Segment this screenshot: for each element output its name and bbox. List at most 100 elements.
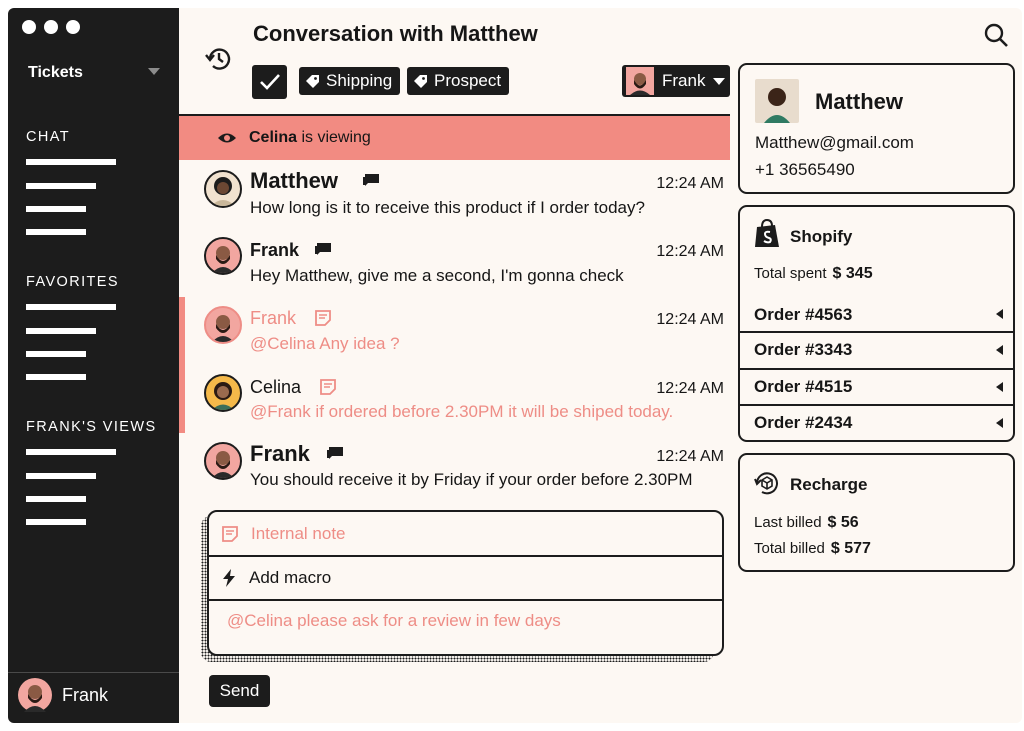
message-input[interactable]: @Celina please ask for a review in few d… (209, 608, 722, 634)
customer-email[interactable]: Matthew@gmail.com (755, 133, 914, 153)
sidebar-item-placeholder[interactable] (26, 206, 86, 212)
chat-icon (327, 447, 343, 459)
order-item[interactable]: Order #4515 (740, 368, 1013, 404)
message-time: 12:24 AM (656, 311, 724, 328)
avatar (204, 442, 242, 480)
viewer-name: Celina (249, 129, 298, 146)
sidebar-item-placeholder[interactable] (26, 449, 116, 455)
sidebar-item-placeholder[interactable] (26, 304, 116, 310)
viewing-banner: Celina is viewing (179, 116, 730, 160)
avatar (626, 67, 654, 95)
internal-note-item: Frank 12:24 AM @Celina Any idea ? (204, 306, 724, 362)
last-billed-label: Last billed (754, 514, 822, 531)
recharge-title: Recharge (790, 475, 868, 494)
window-maximize-dot[interactable] (66, 20, 80, 34)
shopify-title: Shopify (790, 227, 853, 246)
composer-divider (209, 599, 722, 601)
caret-left-icon (996, 382, 1003, 392)
sidebar-item-placeholder[interactable] (26, 473, 96, 479)
message-item: Frank 12:24 AM Hey Matthew, give me a se… (204, 237, 724, 293)
order-item[interactable]: Order #3343 (740, 331, 1013, 367)
total-spent-label: Total spent (754, 265, 827, 282)
note-icon (315, 310, 331, 326)
chevron-down-icon[interactable] (148, 68, 160, 75)
caret-left-icon (996, 345, 1003, 355)
chat-icon (315, 243, 331, 255)
message-time: 12:24 AM (656, 243, 724, 260)
message-time: 12:24 AM (656, 448, 724, 465)
current-user[interactable]: Frank (18, 678, 108, 712)
page-title: Conversation with Matthew (253, 21, 538, 46)
composer: Internal note Add macro @Celina please a… (207, 510, 724, 656)
tag-icon (414, 74, 427, 88)
viewing-text: Celina is viewing (249, 129, 371, 147)
sidebar-item-placeholder[interactable] (26, 229, 86, 235)
order-item[interactable]: Order #4563 (740, 297, 1013, 333)
order-label: Order #4515 (754, 377, 853, 396)
message-item: Matthew 12:24 AM How long is it to recei… (204, 168, 724, 224)
current-user-name: Frank (62, 684, 109, 705)
order-item[interactable]: Order #2434 (740, 404, 1013, 440)
history-icon[interactable] (204, 44, 234, 74)
message-time: 12:24 AM (656, 175, 724, 192)
message-author: Frank (250, 308, 297, 328)
tag-icon (306, 74, 319, 88)
sidebar-section-franks-views: FRANK'S VIEWS (26, 419, 157, 435)
message-text: Hey Matthew, give me a second, I'm gonna… (250, 266, 624, 285)
total-billed-label: Total billed (754, 540, 825, 557)
message-text: @Frank if ordered before 2.30PM it will … (250, 402, 674, 421)
message-author: Frank (250, 240, 300, 260)
sidebar: Tickets CHAT FAVORITES FRANK'S VIEWS Fra… (8, 8, 179, 723)
message-author: Frank (250, 441, 310, 466)
sidebar-item-placeholder[interactable] (26, 519, 86, 525)
last-billed-row: Last billed $ 56 (754, 514, 859, 532)
assignee-dropdown[interactable]: Frank (622, 65, 730, 97)
internal-note-toggle[interactable]: Internal note (209, 512, 722, 556)
tickets-dropdown-label[interactable]: Tickets (28, 64, 83, 82)
recharge-icon (754, 472, 778, 495)
tag-shipping[interactable]: Shipping (299, 67, 401, 95)
internal-note-indicator (179, 297, 185, 433)
viewing-suffix: is viewing (301, 129, 371, 146)
shopify-icon (755, 219, 779, 247)
eye-icon (218, 133, 236, 143)
internal-note-item: Celina 12:24 AM @Frank if ordered before… (204, 374, 724, 430)
total-billed-row: Total billed $ 577 (754, 540, 871, 558)
tag-label: Prospect (434, 71, 502, 90)
avatar (755, 79, 799, 123)
search-icon[interactable] (983, 22, 1009, 48)
app-window: Tickets CHAT FAVORITES FRANK'S VIEWS Fra… (8, 8, 1022, 723)
customer-phone[interactable]: +1 36565490 (755, 160, 855, 180)
avatar (204, 374, 242, 412)
last-billed-value: $ 56 (827, 514, 859, 531)
note-icon (222, 526, 238, 542)
chat-icon (363, 174, 379, 186)
bolt-icon (223, 569, 235, 587)
sidebar-item-placeholder[interactable] (26, 159, 116, 165)
message-item: Frank 12:24 AM You should receive it by … (204, 441, 724, 497)
close-ticket-button[interactable] (252, 65, 287, 99)
message-author: Celina (250, 377, 302, 397)
sidebar-item-placeholder[interactable] (26, 496, 86, 502)
sidebar-section-favorites: FAVORITES (26, 274, 119, 290)
window-close-dot[interactable] (22, 20, 36, 34)
add-macro-label: Add macro (249, 568, 332, 587)
customer-card: Matthew Matthew@gmail.com +1 36565490 (738, 63, 1015, 194)
sidebar-item-placeholder[interactable] (26, 374, 86, 380)
add-macro-button[interactable]: Add macro (209, 557, 722, 599)
sidebar-item-placeholder[interactable] (26, 328, 96, 334)
caret-left-icon (996, 418, 1003, 428)
window-controls (22, 20, 80, 34)
tag-label: Shipping (326, 71, 393, 90)
sidebar-item-placeholder[interactable] (26, 351, 86, 357)
message-time: 12:24 AM (656, 380, 724, 397)
message-text: @Celina Any idea ? (250, 334, 400, 353)
avatar (204, 170, 242, 208)
send-button[interactable]: Send (209, 675, 270, 707)
window-minimize-dot[interactable] (44, 20, 58, 34)
sidebar-item-placeholder[interactable] (26, 183, 96, 189)
tag-prospect[interactable]: Prospect (407, 67, 510, 95)
check-icon (259, 74, 280, 90)
internal-note-label: Internal note (251, 524, 346, 543)
customer-name: Matthew (815, 89, 903, 114)
